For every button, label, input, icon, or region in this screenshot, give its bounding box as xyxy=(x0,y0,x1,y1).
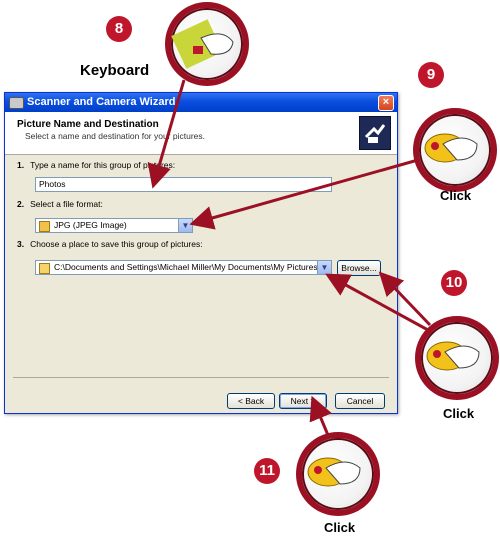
save-location-select[interactable]: C:\Documents and Settings\Michael Miller… xyxy=(35,260,332,275)
step-2-number: 2. xyxy=(17,199,25,209)
click-callout-11 xyxy=(296,432,380,516)
click-callout-9 xyxy=(413,108,497,192)
wizard-header: Picture Name and Destination Select a na… xyxy=(5,112,397,155)
keyboard-hand-icon xyxy=(171,19,234,69)
callout-label-8: Keyboard xyxy=(80,62,150,79)
chevron-down-icon[interactable]: ▼ xyxy=(317,261,331,274)
file-format-select[interactable]: JPG (JPEG Image) ▼ xyxy=(35,218,193,233)
camera-wizard-icon xyxy=(359,116,391,150)
save-location-value: C:\Documents and Settings\Michael Miller… xyxy=(54,262,332,272)
wizard-window: Scanner and Camera Wizard × Picture Name… xyxy=(4,92,398,414)
image-file-icon xyxy=(39,221,50,232)
close-button[interactable]: × xyxy=(378,95,394,111)
title-bar[interactable]: Scanner and Camera Wizard × xyxy=(5,93,397,112)
file-format-value: JPG (JPEG Image) xyxy=(54,220,127,230)
step-2-label: 2. Select a file format: xyxy=(17,199,103,209)
callout-label-11: Click xyxy=(324,520,356,535)
chevron-down-icon[interactable]: ▼ xyxy=(178,219,192,232)
step-3-text: Choose a place to save this group of pic… xyxy=(30,239,203,249)
step-1-text: Type a name for this group of pictures: xyxy=(30,160,176,170)
mouse-hand-icon xyxy=(307,457,361,487)
step-1-label: 1. Type a name for this group of pictures… xyxy=(17,160,175,170)
step-badge-9: 9 xyxy=(418,62,444,88)
step-1-number: 1. xyxy=(17,160,25,170)
callout-label-9: Click xyxy=(440,188,472,203)
step-3-number: 3. xyxy=(17,239,25,249)
footer-divider xyxy=(13,377,389,378)
mouse-hand-icon xyxy=(424,133,478,163)
step-badge-8: 8 xyxy=(106,16,132,42)
keyboard-callout xyxy=(165,2,249,86)
click-callout-10 xyxy=(415,316,499,400)
callout-label-10: Click xyxy=(443,406,475,421)
scanner-icon xyxy=(9,97,24,109)
browse-button[interactable]: Browse... xyxy=(337,260,381,276)
step-badge-10: 10 xyxy=(441,270,467,296)
picture-name-input[interactable]: Photos xyxy=(35,177,332,192)
step-2-text: Select a file format: xyxy=(30,199,103,209)
back-button[interactable]: < Back xyxy=(227,393,275,409)
header-subtitle: Select a name and destination for your p… xyxy=(25,131,206,141)
step-3-label: 3. Choose a place to save this group of p… xyxy=(17,239,203,249)
next-button[interactable]: Next > xyxy=(279,393,327,409)
header-title: Picture Name and Destination xyxy=(17,119,159,130)
step-badge-11: 11 xyxy=(254,458,280,484)
window-title: Scanner and Camera Wizard xyxy=(27,96,176,108)
folder-icon xyxy=(39,263,50,274)
mouse-hand-icon xyxy=(426,341,480,371)
cancel-button[interactable]: Cancel xyxy=(335,393,385,409)
